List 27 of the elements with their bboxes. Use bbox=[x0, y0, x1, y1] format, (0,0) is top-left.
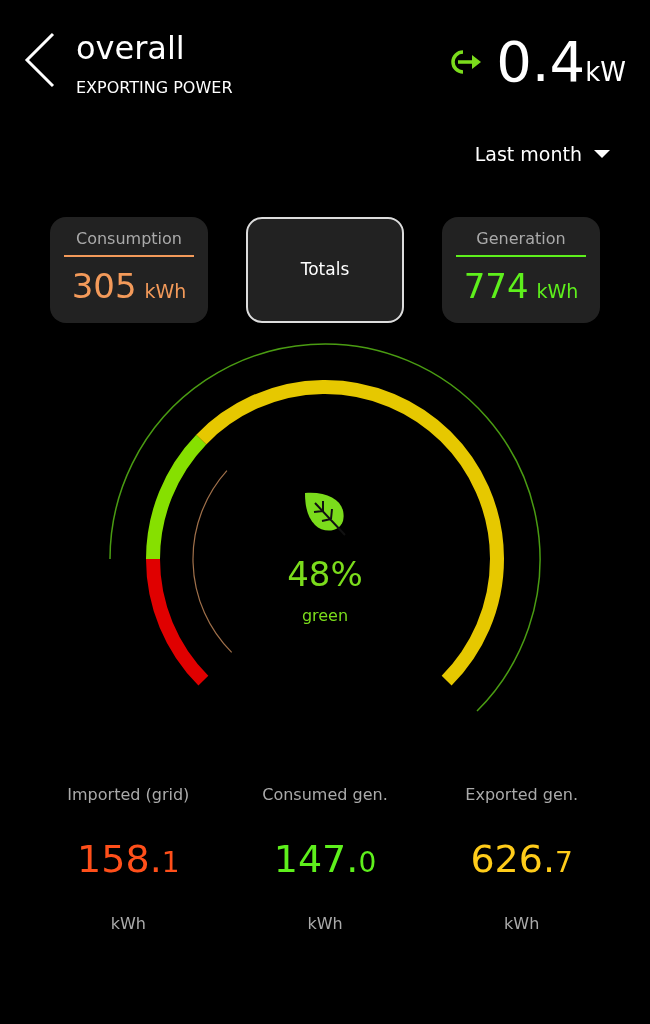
unit-label: kWh bbox=[504, 912, 540, 935]
caret-icon bbox=[594, 149, 610, 160]
page-title: overall bbox=[76, 28, 186, 68]
card-label: Consumption bbox=[76, 227, 182, 250]
stat-card[interactable]: Generation 774 kWh bbox=[442, 216, 600, 323]
stat-card[interactable]: Consumption 305 kWh bbox=[50, 216, 208, 323]
total-value: 158.1 bbox=[77, 835, 180, 883]
total-value: 147.0 bbox=[273, 835, 377, 883]
card-value: 774 bbox=[463, 264, 529, 308]
power-value: 0.4 bbox=[496, 32, 586, 92]
total-value: 626.7 bbox=[470, 835, 573, 883]
total-label: Consumed gen. bbox=[262, 783, 388, 806]
totals-button[interactable]: Totals bbox=[246, 216, 404, 323]
share-percentage: 48% bbox=[287, 552, 363, 596]
unit-label: kWh bbox=[307, 912, 343, 935]
status-label: EXPORTING POWER bbox=[76, 77, 233, 99]
card-unit: kWh bbox=[536, 278, 579, 304]
total-label: Imported (grid) bbox=[67, 783, 190, 806]
power-unit: kW bbox=[585, 56, 626, 89]
card-value: 305 bbox=[71, 264, 137, 308]
period-dropdown[interactable]: Last month bbox=[474, 140, 610, 169]
share-caption: green bbox=[301, 604, 349, 627]
card-label: Generation bbox=[476, 227, 566, 250]
back-icon[interactable] bbox=[24, 32, 56, 88]
card-unit: kWh bbox=[144, 278, 187, 304]
total-label: Exported gen. bbox=[465, 783, 578, 806]
unit-label: kWh bbox=[110, 912, 146, 935]
